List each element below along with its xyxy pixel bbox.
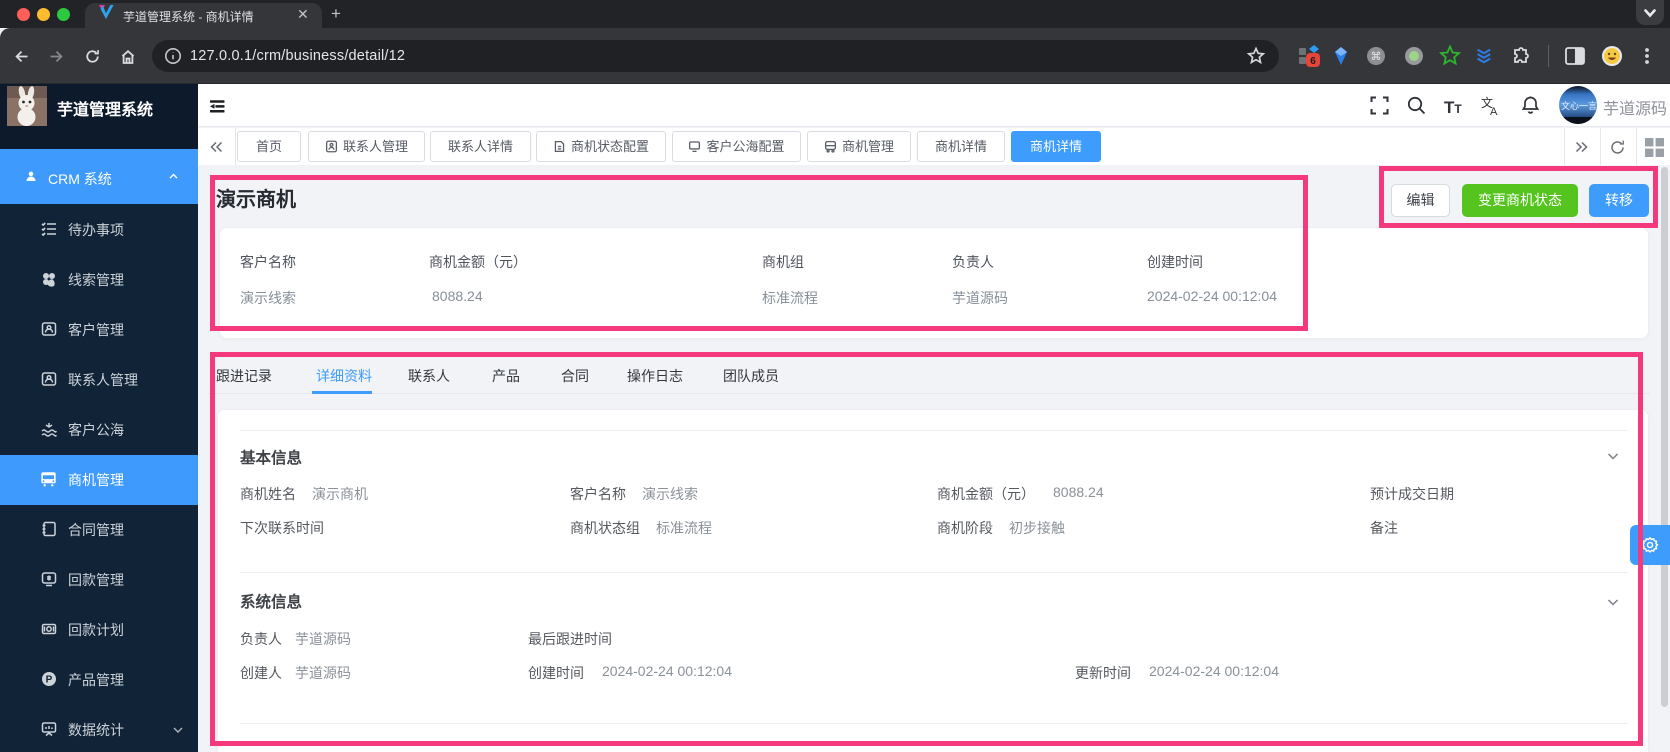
- svg-text:6: 6: [1310, 56, 1316, 67]
- svg-text:P: P: [46, 675, 53, 686]
- svg-text:⌘: ⌘: [1371, 51, 1382, 63]
- svg-text:A: A: [1490, 106, 1498, 116]
